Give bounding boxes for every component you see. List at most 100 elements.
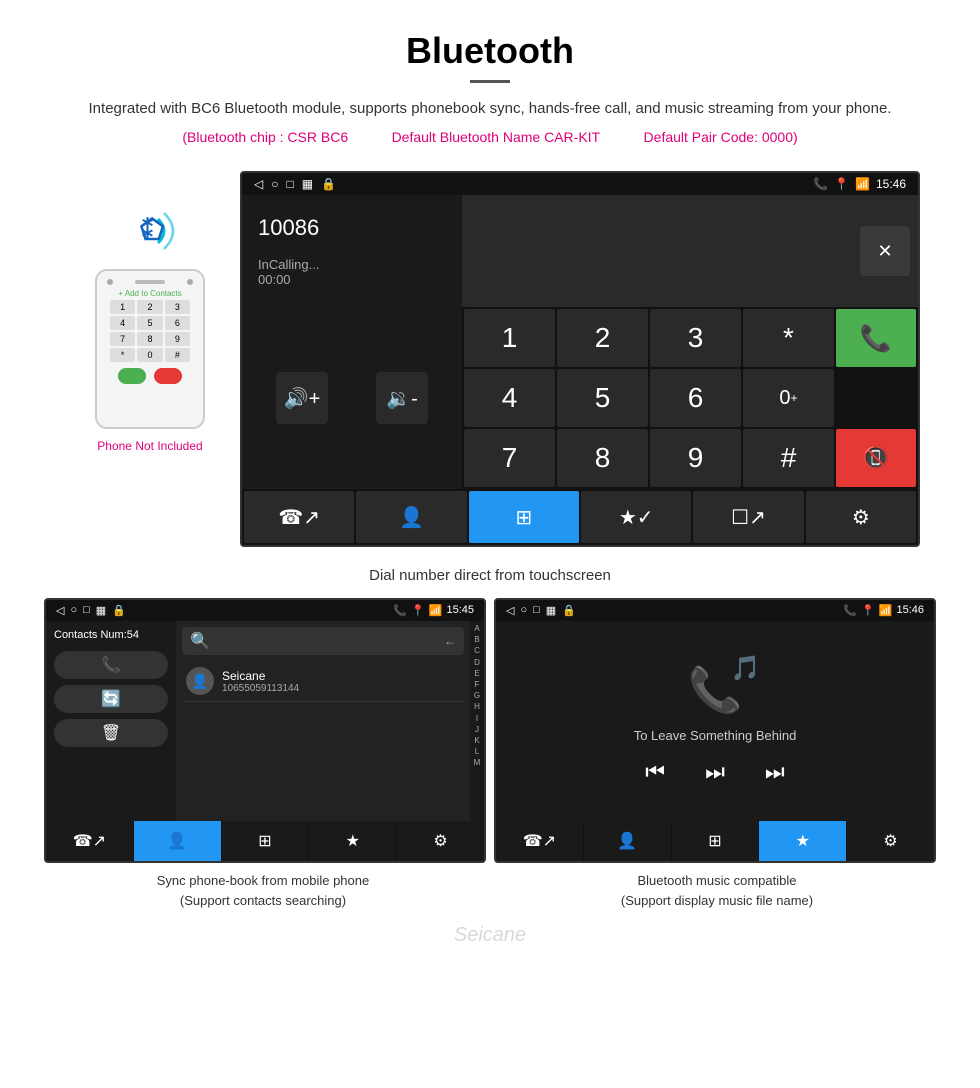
contacts-panel: ◁ ○ □ ▦ 🔒 📞 📍 📶 15:45 Contacts Num:54 📞 …	[44, 598, 486, 863]
music-body: 📞 🎵 To Leave Something Behind ⏮ ⏭ ⏭	[496, 621, 934, 821]
cb-contact-btn[interactable]: 👤	[134, 821, 221, 861]
music-panel: ◁ ○ □ ▦ 🔒 📞 📍 📶 15:46 📞 🎵 To Leave So	[494, 598, 936, 863]
contacts-phone-icon: 📞	[393, 604, 407, 617]
dial-settings-btn[interactable]: ⚙	[806, 491, 916, 543]
contacts-status-left: ◁ ○ □ ▦ 🔒	[56, 604, 126, 617]
lock-icon: 🔒	[321, 177, 336, 191]
cb-phone-btn[interactable]: ☎↗	[46, 821, 133, 861]
cb-pad-btn[interactable]: ⊞	[222, 821, 309, 861]
music-caption-line1: Bluetooth music compatible	[638, 873, 797, 888]
music-back-icon: ◁	[506, 604, 514, 617]
music-time: 15:46	[896, 604, 924, 617]
music-caption-line2: (Support display music file name)	[621, 893, 813, 908]
music-status-right: 📞 📍 📶 15:46	[843, 604, 924, 617]
music-recents-icon: □	[533, 604, 540, 617]
phone-mock: ⬠ ⁑ + Add to Contacts 123 456 789 *0#	[60, 171, 240, 547]
backspace-button[interactable]: ✕	[860, 226, 910, 276]
hangup-button[interactable]: 📵	[836, 429, 916, 487]
search-icon: 🔍	[190, 631, 210, 651]
alpha-list: A B C D E F G H I J K L M	[470, 621, 484, 821]
bt-chip: (Bluetooth chip : CSR BC6	[182, 129, 348, 145]
dial-bottom-bar: ☎↗ 👤 ⊞ ★✓ ☐↗ ⚙	[242, 489, 918, 545]
contacts-notif-icon: ▦	[96, 604, 106, 617]
prev-button[interactable]: ⏮	[645, 759, 665, 785]
contacts-status-bar: ◁ ○ □ ▦ 🔒 📞 📍 📶 15:45	[46, 600, 484, 621]
key-8[interactable]: 8	[557, 429, 648, 487]
contacts-recents-icon: □	[83, 604, 90, 617]
numpad-grid: 1 2 3 * 📞 4 5 6 0+ 7 8 9 # 📵	[462, 307, 918, 489]
bottom-panels: ◁ ○ □ ▦ 🔒 📞 📍 📶 15:45 Contacts Num:54 📞 …	[0, 598, 980, 863]
dial-contact-btn[interactable]: 👤	[356, 491, 466, 543]
phone-image: + Add to Contacts 123 456 789 *0#	[95, 269, 205, 429]
page-title: Bluetooth	[60, 30, 920, 72]
bt-code: Default Pair Code: 0000)	[644, 129, 798, 145]
volume-down-button[interactable]: 🔉-	[376, 372, 428, 424]
dial-caption: Dial number direct from touchscreen	[0, 557, 980, 598]
panel-captions: Sync phone-book from mobile phone (Suppo…	[0, 863, 980, 920]
phone-not-included-label: Phone Not Included	[97, 439, 202, 453]
contacts-time: 15:45	[446, 604, 474, 617]
key-9[interactable]: 9	[650, 429, 741, 487]
key-3[interactable]: 3	[650, 309, 741, 367]
mb-phone-btn[interactable]: ☎↗	[496, 821, 583, 861]
music-controls: ⏮ ⏭ ⏭	[645, 759, 784, 785]
key-7[interactable]: 7	[464, 429, 555, 487]
music-location-icon: 📍	[861, 604, 875, 617]
header-section: Bluetooth Integrated with BC6 Bluetooth …	[0, 0, 980, 171]
call-button[interactable]: 📞	[836, 309, 916, 367]
call-action-button[interactable]: 📞	[54, 651, 168, 679]
contacts-caption: Sync phone-book from mobile phone (Suppo…	[44, 871, 482, 910]
contacts-bottom-bar: ☎↗ 👤 ⊞ ★ ⚙	[46, 821, 484, 861]
mb-settings-btn[interactable]: ⚙	[847, 821, 934, 861]
header-description: Integrated with BC6 Bluetooth module, su…	[60, 97, 920, 121]
back-icon: ◁	[254, 177, 263, 191]
music-caption: Bluetooth music compatible (Support disp…	[498, 871, 936, 910]
key-1[interactable]: 1	[464, 309, 555, 367]
contacts-back-icon: ◁	[56, 604, 64, 617]
song-title: To Leave Something Behind	[634, 728, 797, 743]
music-home-icon: ○	[520, 604, 527, 617]
dial-status-bar: ◁ ○ □ ▦ 🔒 📞 📍 📶 15:46	[242, 173, 918, 195]
contacts-caption-line2: (Support contacts searching)	[180, 893, 346, 908]
call-timer: 00:00	[258, 272, 446, 287]
dial-pad-btn[interactable]: ⊞	[469, 491, 579, 543]
next-track-button[interactable]: ⏭	[705, 759, 725, 785]
key-4[interactable]: 4	[464, 369, 555, 427]
contacts-caption-line1: Sync phone-book from mobile phone	[157, 873, 369, 888]
contact-info: Seicane 10655059113144	[222, 669, 299, 694]
watermark: Seicane	[0, 920, 980, 955]
music-center: 📞 🎵 To Leave Something Behind ⏮ ⏭ ⏭	[634, 621, 797, 821]
backspace-small-icon: ←	[444, 634, 456, 648]
key-2[interactable]: 2	[557, 309, 648, 367]
key-star[interactable]: *	[743, 309, 834, 367]
music-bottom-bar: ☎↗ 👤 ⊞ ★ ⚙	[496, 821, 934, 861]
bluetooth-icon: ⬠ ⁑	[120, 201, 180, 261]
key-6[interactable]: 6	[650, 369, 741, 427]
contacts-location-icon: 📍	[411, 604, 425, 617]
mb-bt-btn[interactable]: ★	[759, 821, 846, 861]
dial-middle: 🔊+ 🔉- 1 2 3 * 📞 4 5 6 0+ 7 8 9 # 📵	[242, 307, 918, 489]
key-0plus[interactable]: 0+	[743, 369, 834, 427]
contacts-status-right: 📞 📍 📶 15:45	[393, 604, 474, 617]
key-hash[interactable]: #	[743, 429, 834, 487]
music-wifi-icon: 📶	[879, 604, 893, 617]
delete-action-button[interactable]: 🗑	[54, 719, 168, 747]
contact-item[interactable]: 👤 Seicane 10655059113144	[182, 661, 464, 702]
cb-bt-btn[interactable]: ★	[309, 821, 396, 861]
location-icon: 📍	[834, 177, 849, 191]
cb-settings-btn[interactable]: ⚙	[397, 821, 484, 861]
dial-bt-btn[interactable]: ★✓	[581, 491, 691, 543]
home-icon: ○	[271, 177, 278, 191]
dial-source-btn[interactable]: ☐↗	[693, 491, 803, 543]
mb-contact-btn[interactable]: 👤	[584, 821, 671, 861]
contact-search-input[interactable]	[214, 635, 444, 647]
contact-number: 10655059113144	[222, 683, 299, 694]
refresh-action-button[interactable]: 🔄	[54, 685, 168, 713]
dial-transfer-btn[interactable]: ☎↗	[244, 491, 354, 543]
mb-pad-btn[interactable]: ⊞	[672, 821, 759, 861]
skip-button[interactable]: ⏭	[765, 759, 785, 785]
volume-up-button[interactable]: 🔊+	[276, 372, 328, 424]
key-5[interactable]: 5	[557, 369, 648, 427]
contacts-left-panel: Contacts Num:54 📞 🔄 🗑	[46, 621, 176, 821]
recents-icon: □	[286, 177, 293, 191]
